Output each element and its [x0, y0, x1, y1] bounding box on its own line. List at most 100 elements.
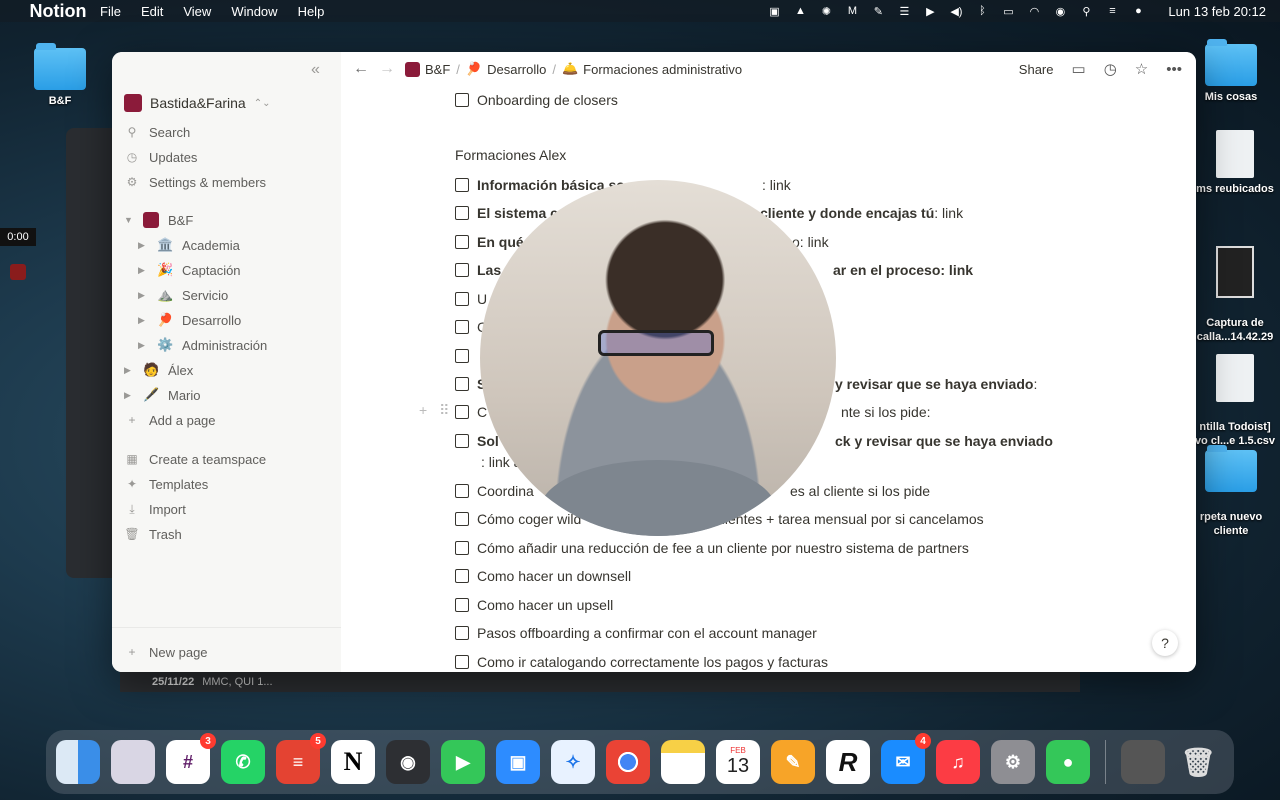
forward-arrow-icon[interactable]: → — [379, 60, 395, 78]
notion-icon[interactable]: N — [331, 740, 375, 784]
todo-checkbox[interactable] — [455, 569, 469, 583]
drive-status-icon[interactable]: ▲ — [792, 5, 808, 18]
chevron-down-icon[interactable]: ▼ — [124, 215, 134, 225]
sidebar-item-templates[interactable]: ✦ Templates — [124, 472, 208, 496]
breadcrumb-item-current[interactable]: Formaciones administrativo — [583, 62, 742, 77]
sidebar-item-updates[interactable]: ◷ Updates — [124, 145, 198, 169]
desktop-screenshot[interactable]: Captura de calla...14.42.29 — [1190, 232, 1280, 344]
help-button[interactable]: ? — [1152, 630, 1178, 656]
chevron-right-icon[interactable]: ▶ — [138, 265, 148, 276]
todo-checkbox[interactable] — [455, 626, 469, 640]
todo-checkbox[interactable] — [455, 405, 469, 419]
stack-status-icon[interactable]: ☰ — [896, 5, 912, 18]
todo-checkbox[interactable] — [455, 484, 469, 498]
menu-help[interactable]: Help — [298, 4, 325, 19]
sidebar-item-alex[interactable]: ▶ 🧑 Álex — [124, 358, 193, 382]
m-status-icon[interactable]: M — [844, 5, 860, 18]
todo-checkbox[interactable] — [455, 292, 469, 306]
finder-icon[interactable] — [56, 740, 100, 784]
spotlight-icon[interactable]: ⚲ — [1078, 5, 1094, 18]
desktop-folder-mis-cosas[interactable]: Mis cosas — [1186, 39, 1276, 104]
todo-checkbox[interactable] — [455, 598, 469, 612]
launchpad-icon[interactable] — [111, 740, 155, 784]
todo-checkbox[interactable] — [455, 512, 469, 526]
r-app-icon[interactable]: R — [826, 740, 870, 784]
music-icon[interactable]: ♫ — [936, 740, 980, 784]
collapse-sidebar-icon[interactable]: « — [311, 61, 320, 79]
sidebar-item-create-teamspace[interactable]: ▦ Create a teamspace — [124, 447, 266, 471]
todo-checkbox[interactable] — [455, 349, 469, 363]
chevron-right-icon[interactable]: ▶ — [138, 315, 148, 326]
new-page-button[interactable]: + New page — [124, 640, 207, 664]
webcam-overlay[interactable] — [480, 180, 836, 536]
notes-icon[interactable] — [661, 740, 705, 784]
history-icon[interactable]: ◷ — [1104, 60, 1117, 78]
sidebar-item-desarrollo[interactable]: ▶ 🏓 Desarrollo — [138, 308, 241, 332]
sidebar-item-trash[interactable]: 🗑 Trash — [124, 522, 181, 546]
battery-icon[interactable]: ▭ — [1000, 5, 1016, 18]
bluetooth-icon[interactable]: ᛒ — [974, 5, 990, 18]
chevron-right-icon[interactable]: ▶ — [124, 365, 134, 376]
zoom-status-icon[interactable]: ▣ — [766, 5, 782, 18]
todo-checkbox[interactable] — [455, 320, 469, 334]
obs-icon[interactable]: ◉ — [386, 740, 430, 784]
breadcrumb-item-desarrollo[interactable]: Desarrollo — [487, 62, 546, 77]
todo-checkbox[interactable] — [455, 178, 469, 192]
more-icon[interactable]: ••• — [1166, 61, 1182, 78]
share-button[interactable]: Share — [1019, 62, 1054, 77]
sidebar-item-search[interactable]: ⚲ Search — [124, 120, 191, 144]
comment-icon[interactable]: ▭ — [1072, 60, 1086, 78]
user-icon[interactable]: ◉ — [1052, 5, 1068, 18]
todo-checkbox[interactable] — [455, 93, 469, 107]
todo-checkbox[interactable] — [455, 655, 469, 669]
desktop-folder-nuevo-cliente[interactable]: rpeta nuevo cliente — [1186, 436, 1276, 538]
star-icon[interactable]: ☆ — [1135, 60, 1148, 78]
chevron-right-icon[interactable]: ▶ — [124, 390, 134, 401]
safari-icon[interactable]: ✧ — [551, 740, 595, 784]
volume-icon[interactable]: ◀) — [948, 5, 964, 18]
menubar-app-name[interactable]: Notion — [30, 0, 87, 33]
drag-handle-icon[interactable]: + ⠿ — [419, 402, 453, 419]
back-arrow-icon[interactable]: ← — [353, 60, 369, 78]
sidebar-item-mario[interactable]: ▶ 🖋️ Mario — [124, 383, 201, 407]
add-page-button[interactable]: + Add a page — [124, 408, 215, 432]
pages-icon[interactable]: ✎ — [771, 740, 815, 784]
pen-status-icon[interactable]: ✎ — [870, 5, 886, 18]
play-status-icon[interactable]: ▶ — [922, 5, 938, 18]
calendar-icon[interactable]: FEB 13 — [716, 740, 760, 784]
chevron-right-icon[interactable]: ▶ — [138, 240, 148, 251]
whatsapp-icon[interactable]: ✆ — [221, 740, 265, 784]
menu-view[interactable]: View — [183, 4, 211, 19]
todo-checkbox[interactable] — [455, 263, 469, 277]
todo-checkbox[interactable] — [455, 206, 469, 220]
sidebar-item-servicio[interactable]: ▶ ⛰️ Servicio — [138, 283, 228, 307]
sidebar-item-academia[interactable]: ▶ 🏛️ Academia — [138, 233, 240, 257]
todo-checkbox[interactable] — [455, 434, 469, 448]
mail-icon[interactable]: ✉ 4 — [881, 733, 931, 784]
todo-checkbox[interactable] — [455, 235, 469, 249]
menubar-clock[interactable]: Lun 13 feb 20:12 — [1168, 4, 1266, 19]
desktop-folder-bf[interactable]: B&F — [15, 43, 105, 108]
todoist-icon[interactable]: ≡ 5 — [276, 733, 326, 784]
facetime-icon[interactable]: ▶ — [441, 740, 485, 784]
sidebar-teamspace-bf[interactable]: ▼ B&F — [124, 208, 193, 232]
wifi-icon[interactable]: ◠ — [1026, 5, 1042, 18]
chevron-right-icon[interactable]: ▶ — [138, 290, 148, 301]
desktop-csv-file[interactable]: ntilla Todoist] vo cl...e 1.5.csv — [1190, 340, 1280, 448]
desktop-file-reubicados[interactable]: ms reubicados — [1190, 130, 1280, 196]
downloads-stack-icon[interactable] — [1121, 740, 1165, 784]
sidebar-item-captacion[interactable]: ▶ 🎉 Captación — [138, 258, 241, 282]
trash-icon[interactable]: 🗑 — [1176, 740, 1220, 784]
record-stop-icon[interactable] — [10, 264, 26, 280]
chevron-right-icon[interactable]: ▶ — [138, 340, 148, 351]
menu-window[interactable]: Window — [231, 4, 277, 19]
menu-file[interactable]: File — [100, 4, 121, 19]
workspace-switcher[interactable]: Bastida&Farina ⌃⌄ — [124, 92, 270, 114]
messages-icon[interactable]: ● — [1046, 740, 1090, 784]
system-settings-icon[interactable]: ⚙ — [991, 740, 1035, 784]
sidebar-item-administracion[interactable]: ▶ ⚙️ Administración — [138, 333, 267, 357]
control-center-icon[interactable]: ≡ — [1104, 5, 1120, 18]
breadcrumb-item-bf[interactable]: B&F — [425, 62, 450, 77]
chrome-icon[interactable] — [606, 740, 650, 784]
zoom-icon[interactable]: ▣ — [496, 740, 540, 784]
